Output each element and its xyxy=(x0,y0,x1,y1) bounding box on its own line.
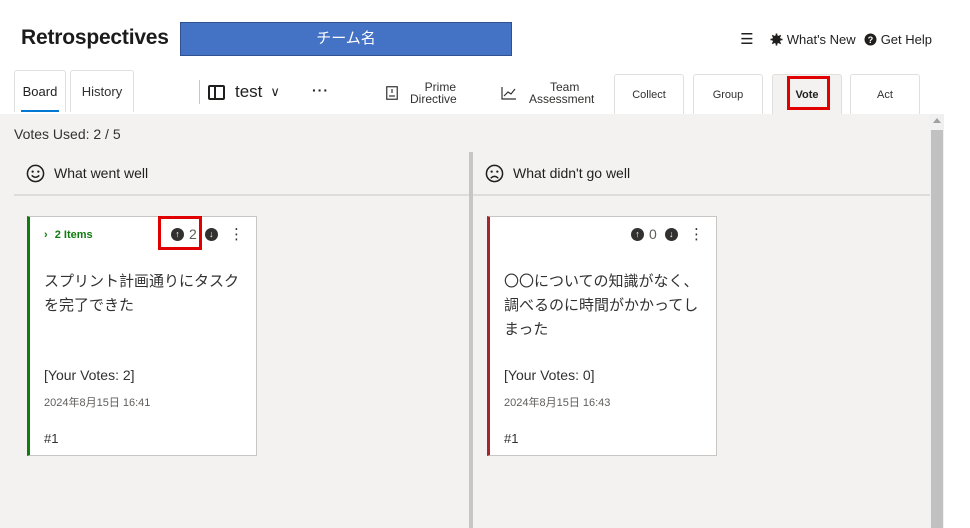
column-header: What went well xyxy=(14,152,469,196)
board-area: Votes Used: 2 / 5 What went well › 2 Ite… xyxy=(0,114,930,528)
upvote-count: 0 xyxy=(649,226,657,242)
votes-used-counter: Votes Used: 2 / 5 xyxy=(14,126,121,142)
highlight-box-vote-count xyxy=(158,216,202,250)
stage-act-label: Act xyxy=(877,88,893,101)
chart-line-icon xyxy=(501,87,516,100)
app-header: Retrospectives チーム名 ☰ What's New ? Get H… xyxy=(0,0,970,70)
chevron-right-icon: › xyxy=(44,229,48,241)
gear-badge-icon xyxy=(770,33,783,45)
board-selector[interactable]: test ∨ xyxy=(208,78,280,106)
more-options-button[interactable]: ··· xyxy=(312,82,329,98)
frown-icon xyxy=(485,164,504,182)
app-title: Retrospectives xyxy=(21,26,169,49)
team-assessment-label: Team Assessment xyxy=(529,81,594,105)
scroll-up-arrow-icon[interactable] xyxy=(933,118,941,123)
tab-board[interactable]: Board xyxy=(14,70,66,112)
upvote-icon[interactable]: ↑ xyxy=(631,227,644,241)
card-text: スプリント計画通りにタスクを完了できた xyxy=(44,272,240,314)
feedback-card[interactable]: › 2 Items ↑ 2 ↓ ⋮ スプリント計画通りにタスクを完了できた [Y… xyxy=(27,216,257,456)
stage-tab-collect[interactable]: Collect xyxy=(614,74,684,114)
card-number: #1 xyxy=(504,431,519,446)
highlight-box-vote xyxy=(787,76,830,110)
downvote-icon[interactable]: ↓ xyxy=(204,227,218,241)
toolbar-divider xyxy=(199,80,200,104)
header-actions: ☰ What's New ? Get Help xyxy=(740,30,932,48)
prime-directive-button[interactable]: Prime Directive xyxy=(386,78,457,108)
whats-new-link[interactable]: What's New xyxy=(770,32,856,47)
help-icon: ? xyxy=(864,33,877,45)
stage-tab-act[interactable]: Act xyxy=(850,74,920,114)
column-title: What didn't go well xyxy=(513,165,631,181)
smile-icon xyxy=(26,164,45,182)
board-icon xyxy=(208,84,225,100)
vote-controls: ↑ 0 ↓ xyxy=(631,226,678,242)
card-menu-icon[interactable]: ⋮ xyxy=(229,225,244,243)
card-date: 2024年8月15日 16:41 xyxy=(44,397,151,409)
chevron-down-icon: ∨ xyxy=(270,84,280,99)
column-header: What didn't go well xyxy=(473,152,930,196)
your-votes: [Your Votes: 2] xyxy=(44,367,135,383)
group-expand-toggle[interactable]: › 2 Items xyxy=(44,229,93,241)
team-name-banner: チーム名 xyxy=(180,22,512,56)
get-help-label: Get Help xyxy=(880,31,932,47)
card-text: 〇〇についての知識がなく、調べるのに時間がかかってしまった xyxy=(504,272,699,338)
tab-history[interactable]: History xyxy=(70,70,134,112)
stage-collect-label: Collect xyxy=(632,88,666,101)
document-icon xyxy=(386,86,398,100)
column-title: What went well xyxy=(54,165,149,181)
tab-board-label: Board xyxy=(22,84,58,99)
downvote-icon[interactable]: ↓ xyxy=(664,227,678,241)
scrollbar-thumb[interactable] xyxy=(931,130,943,528)
prime-directive-line2: Directive xyxy=(410,92,457,106)
column-what-went-well: What went well › 2 Items ↑ 2 ↓ ⋮ スプリント計画… xyxy=(14,152,469,528)
tab-history-label: History xyxy=(81,84,123,99)
feedback-card[interactable]: ↑ 0 ↓ ⋮ 〇〇についての知識がなく、調べるのに時間がかかってしまった [Y… xyxy=(487,216,717,456)
whats-new-label: What's New xyxy=(786,31,856,47)
card-menu-icon[interactable]: ⋮ xyxy=(689,225,704,243)
card-date: 2024年8月15日 16:43 xyxy=(504,397,611,409)
stage-group-label: Group xyxy=(712,88,744,101)
board-name: test xyxy=(235,82,263,101)
your-votes: [Your Votes: 0] xyxy=(504,367,595,383)
card-number: #1 xyxy=(44,431,59,446)
hamburger-icon[interactable]: ☰ xyxy=(740,30,753,48)
vertical-scrollbar[interactable] xyxy=(930,114,944,528)
team-assessment-line2: Assessment xyxy=(529,92,595,106)
group-items-label: 2 Items xyxy=(54,229,93,241)
stage-tab-group[interactable]: Group xyxy=(693,74,763,114)
prime-directive-label: Prime Directive xyxy=(410,81,457,105)
active-tab-underline xyxy=(21,110,59,112)
team-assessment-button[interactable]: Team Assessment xyxy=(501,78,594,108)
svg-text:?: ? xyxy=(867,35,873,45)
get-help-link[interactable]: ? Get Help xyxy=(864,32,932,47)
column-what-didnt-go-well: What didn't go well ↑ 0 ↓ ⋮ 〇〇についての知識がなく… xyxy=(473,152,930,528)
